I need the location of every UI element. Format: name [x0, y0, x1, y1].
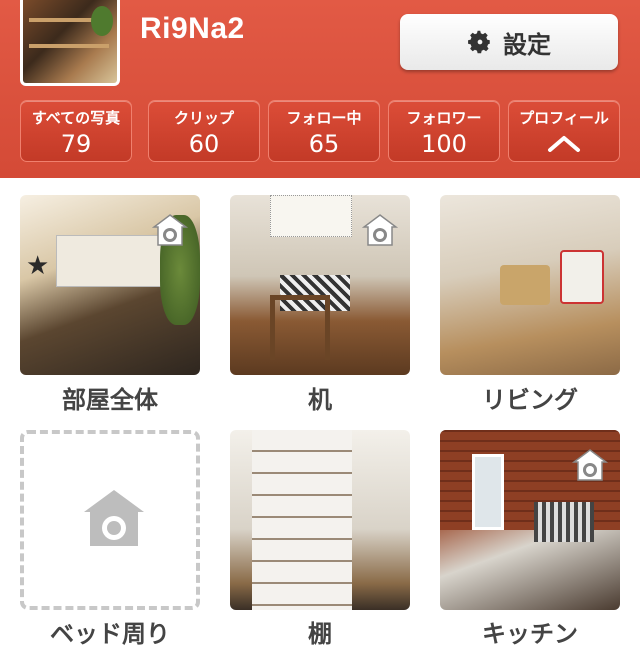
- photo-detail: [534, 502, 594, 542]
- room-label[interactable]: キッチン: [425, 614, 635, 649]
- username: Ri9Na2: [140, 12, 245, 45]
- photo-detail: [252, 430, 352, 610]
- photo-detail: [560, 250, 604, 304]
- chevron-up-icon: [548, 136, 580, 152]
- avatar[interactable]: [20, 0, 120, 86]
- avatar-plant: [91, 6, 113, 36]
- photo-detail: [270, 295, 330, 360]
- settings-label: 設定: [503, 30, 551, 59]
- camera-icon: [572, 449, 608, 481]
- stat-label: フォロー中: [286, 109, 362, 127]
- stat-following[interactable]: フォロー中 65: [268, 100, 380, 162]
- room-photo-living[interactable]: [440, 195, 620, 375]
- room-empty-bedside[interactable]: [20, 430, 200, 610]
- stat-value: 60: [188, 130, 220, 158]
- camera-icon: [362, 214, 398, 246]
- stat-value: 100: [421, 130, 467, 158]
- stat-label: フォロワー: [406, 109, 482, 127]
- photo-detail: [270, 195, 352, 237]
- stat-value: 79: [60, 130, 92, 158]
- stat-value: 65: [308, 130, 340, 158]
- room-photo-shelf[interactable]: [230, 430, 410, 610]
- room-photo-kitchen[interactable]: [440, 430, 620, 610]
- stat-followers[interactable]: フォロワー 100: [388, 100, 500, 162]
- stat-clips[interactable]: クリップ 60: [148, 100, 260, 162]
- stat-all-photos[interactable]: すべての写真 79: [20, 100, 132, 162]
- camera-icon: [84, 490, 144, 546]
- gear-icon: [468, 30, 490, 54]
- photo-detail: [500, 265, 550, 305]
- room-label[interactable]: リビング: [425, 380, 635, 415]
- settings-button[interactable]: 設定: [400, 14, 618, 70]
- stat-label: プロフィール: [519, 109, 609, 127]
- star-icon: ★: [26, 251, 50, 281]
- avatar-shelf: [29, 44, 109, 48]
- room-label[interactable]: 机: [215, 380, 425, 415]
- camera-icon: [152, 214, 188, 246]
- profile-header: Ri9Na2 設定 すべての写真 79 クリップ 60 フォロー中 65 フォロ…: [0, 0, 640, 178]
- photo-detail: [472, 454, 504, 530]
- room-photo-whole-room[interactable]: ★: [20, 195, 200, 375]
- stat-profile-toggle[interactable]: プロフィール: [508, 100, 620, 162]
- room-label[interactable]: ベッド周り: [5, 614, 215, 649]
- room-photo-desk[interactable]: [230, 195, 410, 375]
- stat-label: クリップ: [173, 109, 234, 127]
- room-label[interactable]: 部屋全体: [5, 380, 215, 415]
- stats-bar: すべての写真 79 クリップ 60 フォロー中 65 フォロワー 100 プロフ…: [20, 100, 620, 162]
- room-label[interactable]: 棚: [215, 614, 425, 649]
- stat-label: すべての写真: [31, 109, 121, 127]
